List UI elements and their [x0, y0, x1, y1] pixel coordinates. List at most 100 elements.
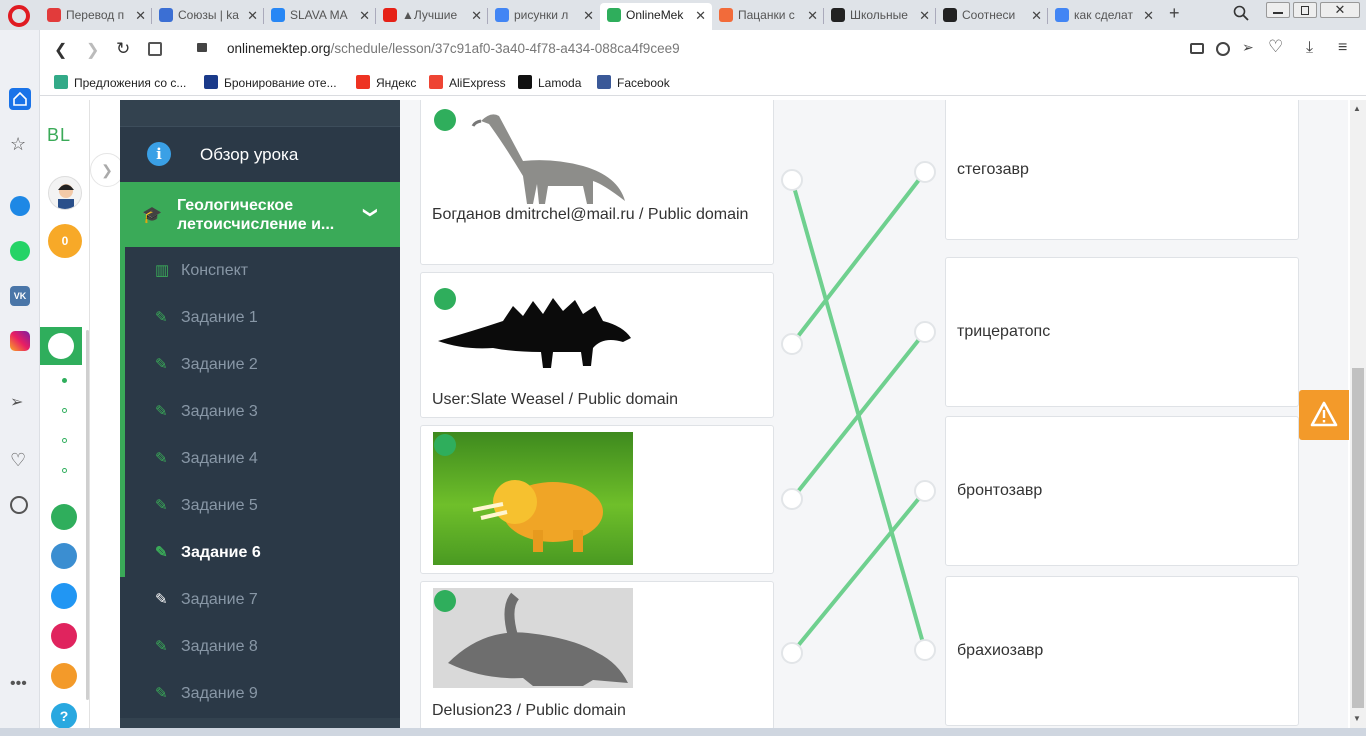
messenger-icon[interactable] [10, 196, 30, 216]
browser-tab[interactable]: как сделат ✕ [1048, 3, 1160, 30]
home-icon[interactable] [9, 88, 31, 110]
close-tab-icon[interactable]: ✕ [1143, 3, 1154, 28]
star-icon[interactable]: ☆ [10, 134, 26, 155]
avatar[interactable] [48, 176, 82, 210]
history-icon[interactable] [10, 496, 28, 514]
heart-icon[interactable]: ♡ [10, 450, 26, 471]
reload-icon[interactable]: ↻ [116, 39, 130, 59]
bookmark-item[interactable]: Lamoda [518, 75, 581, 91]
close-tab-icon[interactable]: ✕ [1031, 3, 1042, 28]
imektep-app-icon[interactable] [51, 663, 77, 689]
search-tabs-icon[interactable] [1233, 5, 1249, 21]
left-connector-dot[interactable] [781, 333, 803, 355]
panel-dot[interactable] [62, 468, 67, 473]
scroll-down-icon[interactable]: ▼ [1353, 714, 1361, 723]
nav-item-notes[interactable]: ▥ Конспект [120, 247, 400, 294]
help-icon[interactable]: ? [51, 703, 77, 729]
send-icon[interactable]: ➢ [10, 392, 23, 412]
bookmark-item[interactable]: Бронирование оте... [204, 75, 337, 91]
nav-item-task-3[interactable]: ✎ Задание 3 [120, 388, 400, 435]
minimize-icon[interactable] [1266, 2, 1290, 18]
right-connector-dot[interactable] [914, 480, 936, 502]
bookmark-item[interactable]: Яндекс [356, 75, 416, 91]
twig-app-icon[interactable] [51, 623, 77, 649]
camera-icon[interactable] [1190, 43, 1204, 54]
left-connector-dot[interactable] [781, 642, 803, 664]
coins-badge[interactable]: 0 [48, 224, 82, 258]
answer-card[interactable]: трицератопс [945, 257, 1299, 407]
bookmark-item[interactable]: AliExpress [429, 75, 506, 91]
close-tab-icon[interactable]: ✕ [807, 3, 818, 28]
bilimbook-app-icon[interactable] [51, 543, 77, 569]
close-tab-icon[interactable]: ✕ [359, 3, 370, 28]
nav-item-task-1[interactable]: ✎ Задание 1 [120, 294, 400, 341]
close-tab-icon[interactable]: ✕ [135, 3, 146, 28]
back-icon[interactable]: ❮ [54, 40, 67, 60]
favorite-icon[interactable]: ♡ [1268, 37, 1283, 57]
adblock-icon[interactable] [1216, 42, 1230, 56]
share-icon[interactable]: ➢ [1242, 39, 1254, 56]
left-connector-dot[interactable] [781, 488, 803, 510]
maximize-icon[interactable] [1293, 2, 1317, 18]
opera-menu-icon[interactable] [8, 5, 30, 27]
browser-tab[interactable]: Школьные ✕ [824, 3, 936, 30]
answer-card[interactable]: стегозавр [945, 100, 1299, 240]
url-field[interactable]: onlinemektep.org/schedule/lesson/37c91af… [227, 41, 680, 56]
scroll-thumb[interactable] [1352, 368, 1364, 708]
browser-tab[interactable]: Перевод п ✕ [40, 3, 152, 30]
close-tab-icon[interactable]: ✕ [583, 3, 594, 28]
nav-item-task-5[interactable]: ✎ Задание 5 [120, 482, 400, 529]
nav-item-task-4[interactable]: ✎ Задание 4 [120, 435, 400, 482]
report-problem-button[interactable] [1299, 390, 1349, 440]
left-connector-dot[interactable] [781, 169, 803, 191]
bilimland-app-icon[interactable] [51, 504, 77, 530]
nav-item-task-7[interactable]: ✎ Задание 7 [120, 576, 400, 623]
close-window-icon[interactable]: ✕ [1320, 2, 1360, 18]
scroll-up-icon[interactable]: ▲ [1353, 104, 1361, 113]
panel-logo[interactable]: BL [47, 125, 71, 146]
nav-item-task-8[interactable]: ✎ Задание 8 [120, 623, 400, 670]
page-scrollbar[interactable]: ▲ ▼ [1350, 100, 1366, 728]
more-icon[interactable]: ••• [10, 675, 27, 693]
test-app-icon[interactable] [51, 583, 77, 609]
close-tab-icon[interactable]: ✕ [695, 3, 706, 28]
browser-tab[interactable]: OnlineMek ✕ [600, 3, 712, 30]
panel-dot[interactable] [62, 438, 67, 443]
lesson-overview-link[interactable]: i Обзор урока [120, 128, 400, 182]
browser-tab[interactable]: SLAVA MA ✕ [264, 3, 376, 30]
right-connector-dot[interactable] [914, 161, 936, 183]
vk-icon[interactable]: VK [10, 286, 30, 306]
answer-card[interactable]: бронтозавр [945, 416, 1299, 566]
answer-card[interactable]: брахиозавр [945, 576, 1299, 726]
close-tab-icon[interactable]: ✕ [247, 3, 258, 28]
close-tab-icon[interactable]: ✕ [471, 3, 482, 28]
panel-dot[interactable] [62, 408, 67, 413]
browser-tab[interactable]: Союзы | ka ✕ [152, 3, 264, 30]
panel-dot-active[interactable] [62, 378, 67, 383]
easy-setup-icon[interactable]: ≡ [1338, 39, 1347, 57]
close-tab-icon[interactable]: ✕ [919, 3, 930, 28]
download-icon[interactable]: ⤓ [1306, 39, 1313, 57]
onlinemektep-panel-button[interactable] [40, 327, 82, 365]
browser-tab[interactable]: Соотнеси ✕ [936, 3, 1048, 30]
bookmark-item[interactable]: Предложения со с... [54, 75, 186, 91]
right-connector-dot[interactable] [914, 321, 936, 343]
collapse-chevron-icon[interactable]: ❮ [360, 207, 377, 219]
forward-icon[interactable]: ❯ [86, 40, 99, 60]
new-tab-icon[interactable]: + [1169, 3, 1180, 24]
browser-tab[interactable]: рисунки л ✕ [488, 3, 600, 30]
browser-tab[interactable]: ▲Лучшие ✕ [376, 3, 488, 30]
whatsapp-icon[interactable] [10, 241, 30, 261]
instagram-icon[interactable] [10, 331, 30, 351]
section-header[interactable]: 🎓 Геологическое летоисчисление и... ❮ [120, 182, 400, 247]
browser-tab[interactable]: Пацанки с ✕ [712, 3, 824, 30]
bookmark-label: AliExpress [449, 76, 506, 90]
panel-scrollbar[interactable] [86, 330, 89, 700]
right-connector-dot[interactable] [914, 639, 936, 661]
nav-item-task-9[interactable]: ✎ Задание 9 [120, 670, 400, 717]
tab-grid-icon[interactable] [148, 42, 162, 56]
nav-item-task-6[interactable]: ✎ Задание 6 [120, 529, 400, 576]
panel-expand-chevron-icon[interactable]: ❯ [90, 153, 124, 187]
nav-item-task-2[interactable]: ✎ Задание 2 [120, 341, 400, 388]
bookmark-item[interactable]: Facebook [597, 75, 670, 91]
